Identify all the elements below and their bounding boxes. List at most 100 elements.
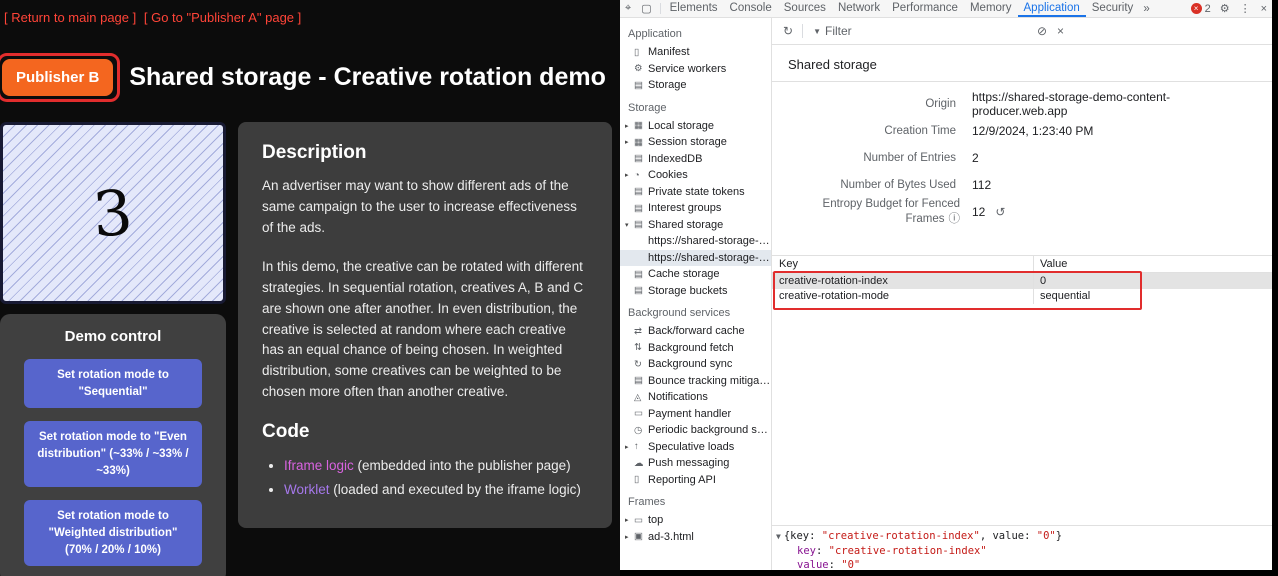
settings-gear-icon[interactable]: ⚙ [1215,2,1235,15]
devtools-tab[interactable]: Application [1018,0,1086,17]
sidebar-item-label: Interest groups [648,202,721,214]
table-cell-key: creative-rotation-index [772,273,1034,289]
refresh-icon[interactable]: ↻ [778,24,798,38]
sidebar-item-label: Local storage [648,120,714,132]
devtools-tab[interactable]: Elements [664,0,724,17]
sidebar-item[interactable]: ⇄ Back/forward cache [620,323,771,340]
sidebar-item[interactable]: ▸ ↑ Speculative loads [620,439,771,456]
list-item: Worklet (loaded and executed by the ifra… [284,479,588,501]
sidebar-item[interactable]: ⇅ Background fetch [620,340,771,357]
sidebar-item[interactable]: ▸ ◔ Cookies [620,167,771,184]
sidebar-item-label: Notifications [648,391,708,403]
table-header-row[interactable]: Key Value [772,255,1272,273]
sidebar-item[interactable]: ▤ Storage buckets [620,283,771,300]
disclosure-arrow-icon: ▾ [625,221,634,229]
database-icon: ▤ [634,186,648,197]
metadata-value: 112 [972,178,1001,192]
publisher-a-page-link[interactable]: [ Go to "Publisher A" page ] [144,10,301,25]
devtools-tab[interactable]: Sources [778,0,832,17]
rotation-mode-button[interactable]: Set rotation mode to "Even distribution"… [24,421,202,487]
sidebar-item[interactable]: ▸ ▦ Local storage [620,118,771,135]
sidebar-item[interactable]: ▸ ▦ Session storage [620,134,771,151]
description-paragraph: In this demo, the creative can be rotate… [262,257,588,403]
sidebar-item[interactable]: ▤ Private state tokens [620,184,771,201]
table-row[interactable]: creative-rotation-mode sequential [772,289,1272,305]
reset-budget-icon[interactable]: ↺ [995,205,1005,219]
sidebar-item[interactable]: ▸ ▭ top [620,512,771,529]
speculative-loads-icon: ↑ [634,441,648,452]
close-devtools-icon[interactable]: × [1256,3,1272,15]
info-icon[interactable]: ⓘ [949,213,961,225]
sidebar-item-label: Background fetch [648,342,734,354]
sidebar-item-label: Cache storage [648,268,720,280]
shared-storage-table: Key Value creative-rotation-index 0 [772,255,1272,304]
rotation-mode-buttons: Set rotation mode to "Sequential" Set ro… [0,359,226,566]
preview-string: "creative-rotation-index" [822,530,980,542]
sidebar-item[interactable]: ▤ Bounce tracking mitiga… [620,373,771,390]
sidebar-item[interactable]: ▤ Interest groups [620,200,771,217]
manifest-file-icon: ▯ [634,47,648,58]
list-item-text: (loaded and executed by the iframe logic… [330,482,581,497]
sidebar-item-label: IndexedDB [648,153,702,165]
devtools-tabs: Elements Console Sources Network Perform… [664,0,1140,17]
rotation-mode-button[interactable]: Set rotation mode to "Sequential" [24,359,202,408]
metadata-value: 2 [972,151,989,165]
sidebar-item[interactable]: ☁ Push messaging [620,455,771,472]
column-header-value[interactable]: Value [1034,256,1272,272]
more-tabs-icon[interactable]: » [1139,3,1153,15]
sidebar-item[interactable]: ▤ Cache storage [620,266,771,283]
sidebar-item[interactable]: ▤ Storage [620,77,771,94]
list-item-text: (embedded into the publisher page) [354,458,571,473]
devtools-tab[interactable]: Performance [886,0,964,17]
delete-selected-icon[interactable]: × [1052,24,1069,38]
device-toolbar-icon[interactable]: ▢ [636,2,656,15]
sidebar-item[interactable]: ⚙ Service workers [620,61,771,78]
devtools-tab[interactable]: Memory [964,0,1018,17]
sidebar-item[interactable]: https://shared-storage-d… [620,250,771,267]
return-main-page-link[interactable]: [ Return to main page ] [4,10,136,25]
column-header-key[interactable]: Key [772,256,1034,272]
expand-caret-icon[interactable]: ▼ [776,532,781,541]
inspect-element-icon[interactable]: ⌖ [620,2,636,15]
background-fetch-icon: ⇅ [634,342,648,353]
metadata-row: Entropy Budget for Fenced Framesⓘ 12↺ [772,198,1272,225]
iframe-logic-link[interactable]: Iframe logic [284,458,354,473]
sidebar-item[interactable]: ◬ Notifications [620,389,771,406]
devtools-tab[interactable]: Security [1086,0,1140,17]
preview-text: : [809,530,822,542]
panel-toolbar: ↻ ▼ ⊘ × [772,18,1272,45]
sidebar-item[interactable]: ▸ ▣ ad-3.html [620,529,771,546]
metadata-row: Origin https://shared-storage-demo-conte… [772,90,1272,117]
kebab-menu-icon[interactable]: ⋮ [1235,2,1256,15]
sidebar-item[interactable]: ▭ Payment handler [620,406,771,423]
sidebar-item[interactable]: ◷ Periodic background s… [620,422,771,439]
table-icon: ▦ [634,120,648,131]
sidebar-item[interactable]: ▯ Reporting API [620,472,771,489]
code-links-list: Iframe logic (embedded into the publishe… [262,455,588,502]
table-row[interactable]: creative-rotation-index 0 [772,273,1272,289]
filter-input[interactable] [823,23,1032,39]
sidebar-item[interactable]: ↻ Background sync [620,356,771,373]
devtools-tab-bar: ⌖ ▢ Elements Console Sources Network Per… [620,0,1272,18]
publisher-b-button[interactable]: Publisher B [2,59,113,96]
error-count-badge[interactable]: × 2 [1187,3,1215,15]
rotation-mode-button[interactable]: Set rotation mode to "Weighted distribut… [24,500,202,566]
sidebar-item[interactable]: https://shared-storage-d… [620,233,771,250]
storage-icon: ▤ [634,80,648,91]
periodic-background-sync-icon: ◷ [634,425,648,436]
worklet-link[interactable]: Worklet [284,482,330,497]
table-icon: ▦ [634,137,648,148]
clear-all-icon[interactable]: ⊘ [1032,24,1052,38]
table-cell-key: creative-rotation-mode [772,289,1034,305]
sidebar-item[interactable]: ▾ ▤ Shared storage [620,217,771,234]
background-sync-icon: ↻ [634,359,648,370]
preview-string: "0" [1037,530,1056,542]
devtools-tab[interactable]: Network [832,0,886,17]
sidebar-item[interactable]: ▤ IndexedDB [620,151,771,168]
sidebar-section-header: Background services [620,299,771,323]
devtools-tab[interactable]: Console [724,0,778,17]
description-heading: Description [262,142,588,164]
iframe-icon: ▣ [634,531,648,542]
sidebar-item[interactable]: ▯ Manifest [620,44,771,61]
database-icon: ▤ [634,285,648,296]
